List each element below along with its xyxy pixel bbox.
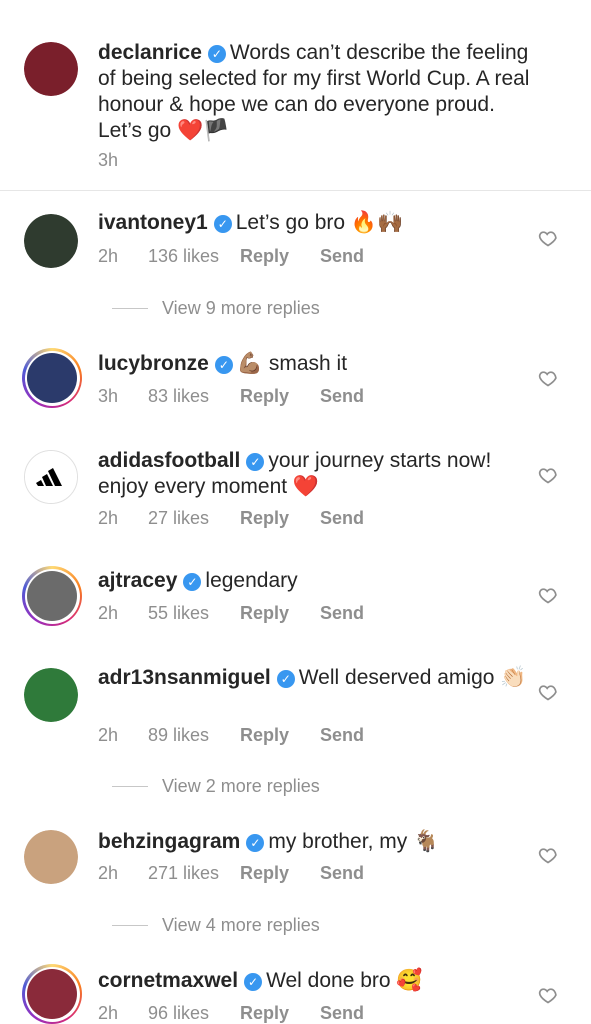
comment-meta: 2h 89 likes Reply Send (98, 725, 364, 746)
avatar[interactable] (24, 42, 78, 96)
reply-button[interactable]: Reply (240, 603, 320, 624)
comment-body: Wel done bro 🥰 (266, 969, 423, 992)
username[interactable]: ajtracey (98, 569, 177, 592)
comment-meta: 2h 27 likes Reply Send (98, 508, 364, 529)
comment-body: Let’s go bro 🔥🙌🏾 (235, 211, 404, 234)
reply-button[interactable]: Reply (240, 246, 320, 267)
send-button[interactable]: Send (320, 725, 364, 746)
avatar[interactable] (24, 450, 78, 504)
avatar[interactable] (24, 668, 78, 722)
comment-time: 2h (98, 603, 119, 623)
username[interactable]: ivantoney1 (98, 211, 208, 234)
username[interactable]: adidasfootball (98, 449, 240, 472)
reply-button[interactable]: Reply (240, 1003, 320, 1024)
reply-button[interactable]: Reply (240, 725, 320, 746)
comment-text: ajtracey ✓ legendary (98, 568, 538, 594)
divider-line (112, 786, 148, 787)
post-caption: declanrice ✓ Words can’t describe the feel… (0, 0, 591, 191)
comment-body: Well deserved amigo 👏🏻 (298, 666, 527, 689)
reply-button[interactable]: Reply (240, 508, 320, 529)
comment-text: cornetmaxwel ✓ Wel done bro 🥰 (98, 968, 538, 994)
send-button[interactable]: Send (320, 508, 364, 529)
likes-count[interactable]: 27 likes (148, 508, 240, 529)
comment-text: adr13nsanmiguel ✓ Well deserved amigo 👏🏻 (98, 665, 538, 691)
comment-body: my brother, my 🐐 (268, 830, 440, 853)
likes-count[interactable]: 271 likes (148, 863, 240, 884)
comment-time: 2h (98, 863, 119, 883)
view-more-label[interactable]: View 9 more replies (162, 298, 320, 319)
heart-icon[interactable] (538, 368, 558, 388)
avatar[interactable] (24, 214, 78, 268)
comment-meta: 2h 55 likes Reply Send (98, 603, 364, 624)
username[interactable]: behzingagram (98, 830, 240, 853)
divider-line (112, 308, 148, 309)
likes-count[interactable]: 136 likes (148, 246, 240, 267)
likes-count[interactable]: 89 likes (148, 725, 240, 746)
avatar[interactable] (24, 830, 78, 884)
verified-icon: ✓ (246, 453, 265, 471)
comment-meta: 2h 96 likes Reply Send (98, 1003, 364, 1024)
send-button[interactable]: Send (320, 1003, 364, 1024)
username[interactable]: adr13nsanmiguel (98, 666, 271, 689)
heart-icon[interactable] (538, 682, 558, 702)
verified-icon: ✓ (276, 670, 295, 688)
verified-icon: ✓ (246, 834, 265, 852)
comment-time: 2h (98, 246, 119, 266)
view-more-replies[interactable]: View 4 more replies (112, 915, 320, 936)
username[interactable]: lucybronze (98, 352, 209, 375)
verified-icon: ✓ (214, 356, 233, 374)
verified-icon: ✓ (183, 573, 202, 591)
avatar-ring[interactable] (22, 348, 82, 408)
adidas-logo-icon (36, 468, 62, 486)
verified-icon: ✓ (213, 215, 232, 233)
heart-icon[interactable] (538, 465, 558, 485)
heart-icon[interactable] (538, 985, 558, 1005)
comment-time: 3h (98, 386, 119, 406)
verified-icon: ✓ (244, 973, 263, 991)
comment-meta: 2h 271 likes Reply Send (98, 863, 364, 884)
comment-body: 💪🏽 smash it (236, 352, 348, 375)
comment-text: behzingagram ✓ my brother, my 🐐 (98, 829, 538, 855)
send-button[interactable]: Send (320, 863, 364, 884)
verified-icon: ✓ (207, 45, 226, 63)
divider-line (112, 925, 148, 926)
heart-icon[interactable] (538, 228, 558, 248)
avatar-ring[interactable] (22, 964, 82, 1024)
comment-text: adidasfootball ✓ your journey starts now! … (98, 448, 538, 500)
send-button[interactable]: Send (320, 603, 364, 624)
view-more-label[interactable]: View 4 more replies (162, 915, 320, 936)
comment-meta: 2h 136 likes Reply Send (98, 246, 364, 267)
avatar-ring[interactable] (22, 566, 82, 626)
send-button[interactable]: Send (320, 386, 364, 407)
post-time: 3h (98, 150, 119, 170)
username[interactable]: declanrice (98, 41, 202, 64)
comment-meta: 3h 83 likes Reply Send (98, 386, 364, 407)
post-meta: 3h (98, 150, 148, 171)
comment-time: 2h (98, 1003, 119, 1023)
reply-button[interactable]: Reply (240, 386, 320, 407)
likes-count[interactable]: 55 likes (148, 603, 240, 624)
view-more-replies[interactable]: View 2 more replies (112, 776, 320, 797)
comment-time: 2h (98, 508, 119, 528)
comment-time: 2h (98, 725, 119, 745)
view-more-replies[interactable]: View 9 more replies (112, 298, 320, 319)
caption-text: declanrice ✓ Words can’t describe the feel… (98, 40, 538, 144)
comment-text: lucybronze ✓ 💪🏽 smash it (98, 351, 538, 377)
heart-icon[interactable] (538, 845, 558, 865)
view-more-label[interactable]: View 2 more replies (162, 776, 320, 797)
comment-body: legendary (205, 569, 298, 592)
likes-count[interactable]: 96 likes (148, 1003, 240, 1024)
send-button[interactable]: Send (320, 246, 364, 267)
username[interactable]: cornetmaxwel (98, 969, 238, 992)
reply-button[interactable]: Reply (240, 863, 320, 884)
likes-count[interactable]: 83 likes (148, 386, 240, 407)
heart-icon[interactable] (538, 585, 558, 605)
comment-text: ivantoney1 ✓ Let’s go bro 🔥🙌🏾 (98, 210, 538, 236)
